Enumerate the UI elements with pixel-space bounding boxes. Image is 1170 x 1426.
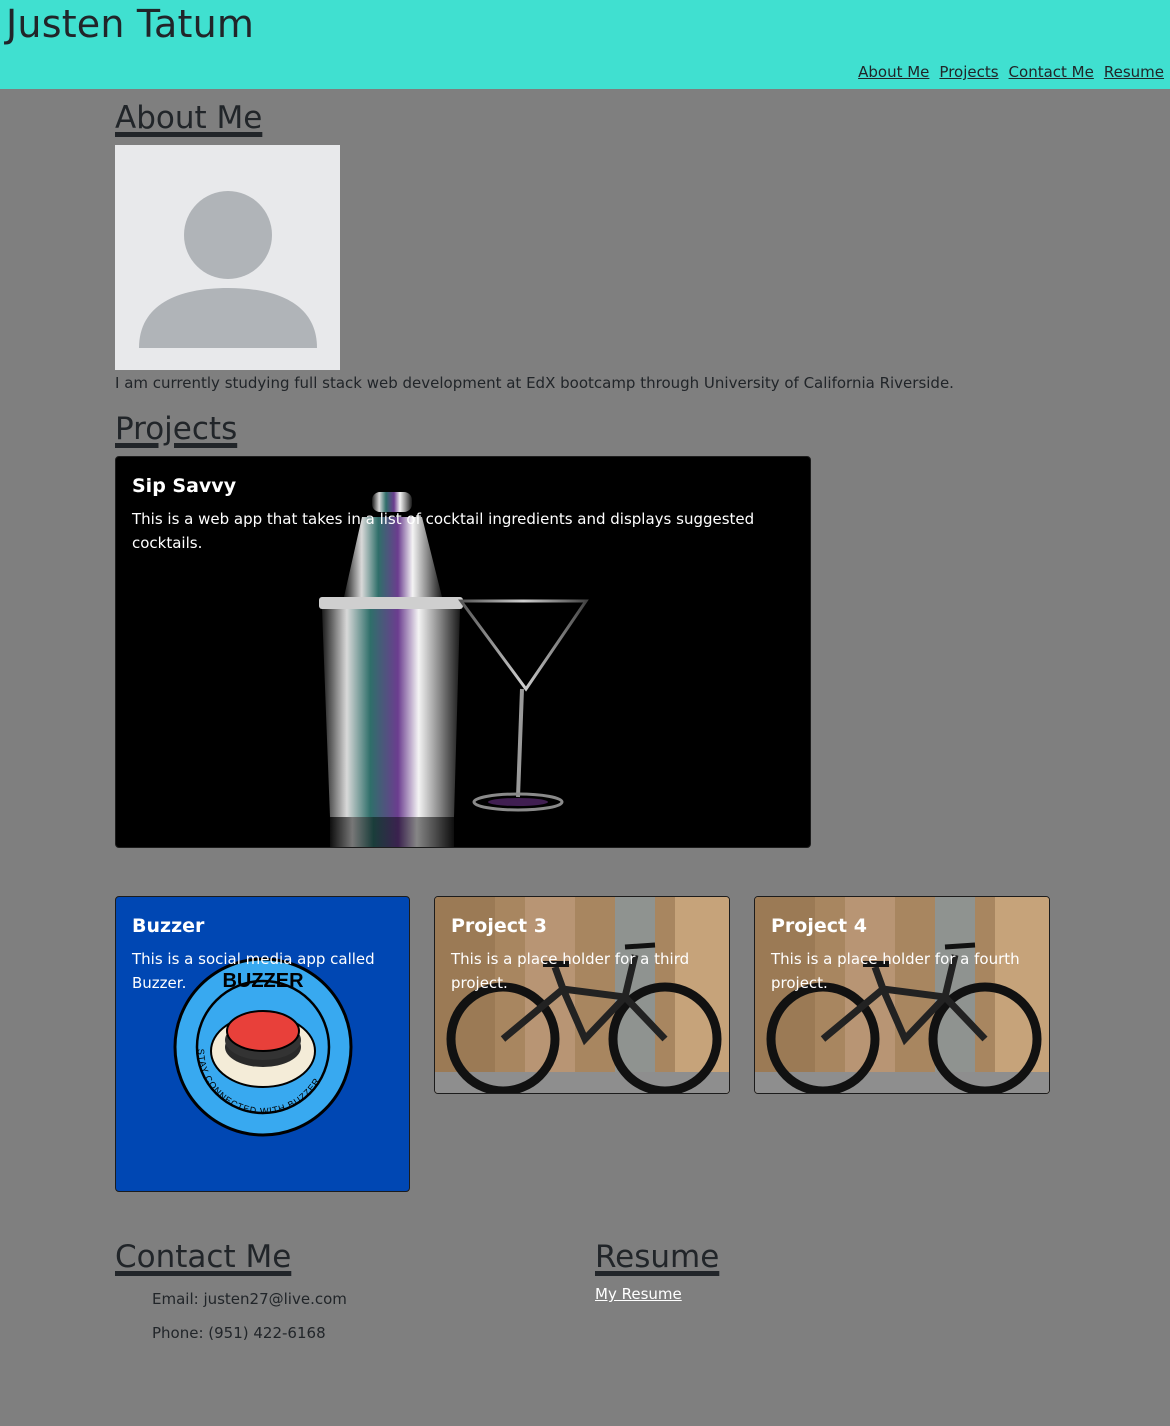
project-title: Sip Savvy <box>132 475 237 497</box>
project-card-sip-savvy[interactable]: Sip Savvy This is a web app that takes i… <box>115 456 811 848</box>
project-description: This is a place holder for a third proje… <box>451 950 690 992</box>
about-heading: About Me <box>115 100 263 136</box>
nav-contact-link[interactable]: Contact Me <box>1009 63 1094 81</box>
project-description: This is a social media app called Buzzer… <box>132 950 375 992</box>
contact-email: Email: justen27@live.com <box>152 1290 347 1308</box>
nav-resume-link[interactable]: Resume <box>1104 63 1164 81</box>
main-nav: About Me Projects Contact Me Resume <box>858 63 1164 81</box>
contact-phone: Phone: (951) 422-6168 <box>152 1324 326 1342</box>
resume-link[interactable]: My Resume <box>595 1285 682 1303</box>
user-placeholder-icon <box>115 145 340 370</box>
site-title: Justen Tatum <box>6 2 255 46</box>
project-description: This is a place holder for a fourth proj… <box>771 950 1020 992</box>
project-title: Buzzer <box>132 915 205 937</box>
projects-heading: Projects <box>115 411 238 447</box>
project-title: Project 4 <box>771 915 867 937</box>
buzzer-logo-icon: BUZZER STAY CONNECTED WITH BUZZER <box>173 957 353 1137</box>
nav-about-link[interactable]: About Me <box>858 63 929 81</box>
project-title: Project 3 <box>451 915 547 937</box>
project-description: This is a web app that takes in a list o… <box>132 510 755 552</box>
resume-heading: Resume <box>595 1239 720 1275</box>
project-card-3[interactable]: Project 3 This is a place holder for a t… <box>434 896 730 1094</box>
project-card-4[interactable]: Project 4 This is a place holder for a f… <box>754 896 1050 1094</box>
site-header: Justen Tatum About Me Projects Contact M… <box>0 0 1170 89</box>
bio-text: I am currently studying full stack web d… <box>115 374 954 392</box>
nav-projects-link[interactable]: Projects <box>939 63 998 81</box>
project-card-buzzer[interactable]: BUZZER STAY CONNECTED WITH BUZZER Buzzer… <box>115 896 410 1192</box>
contact-heading: Contact Me <box>115 1239 292 1275</box>
